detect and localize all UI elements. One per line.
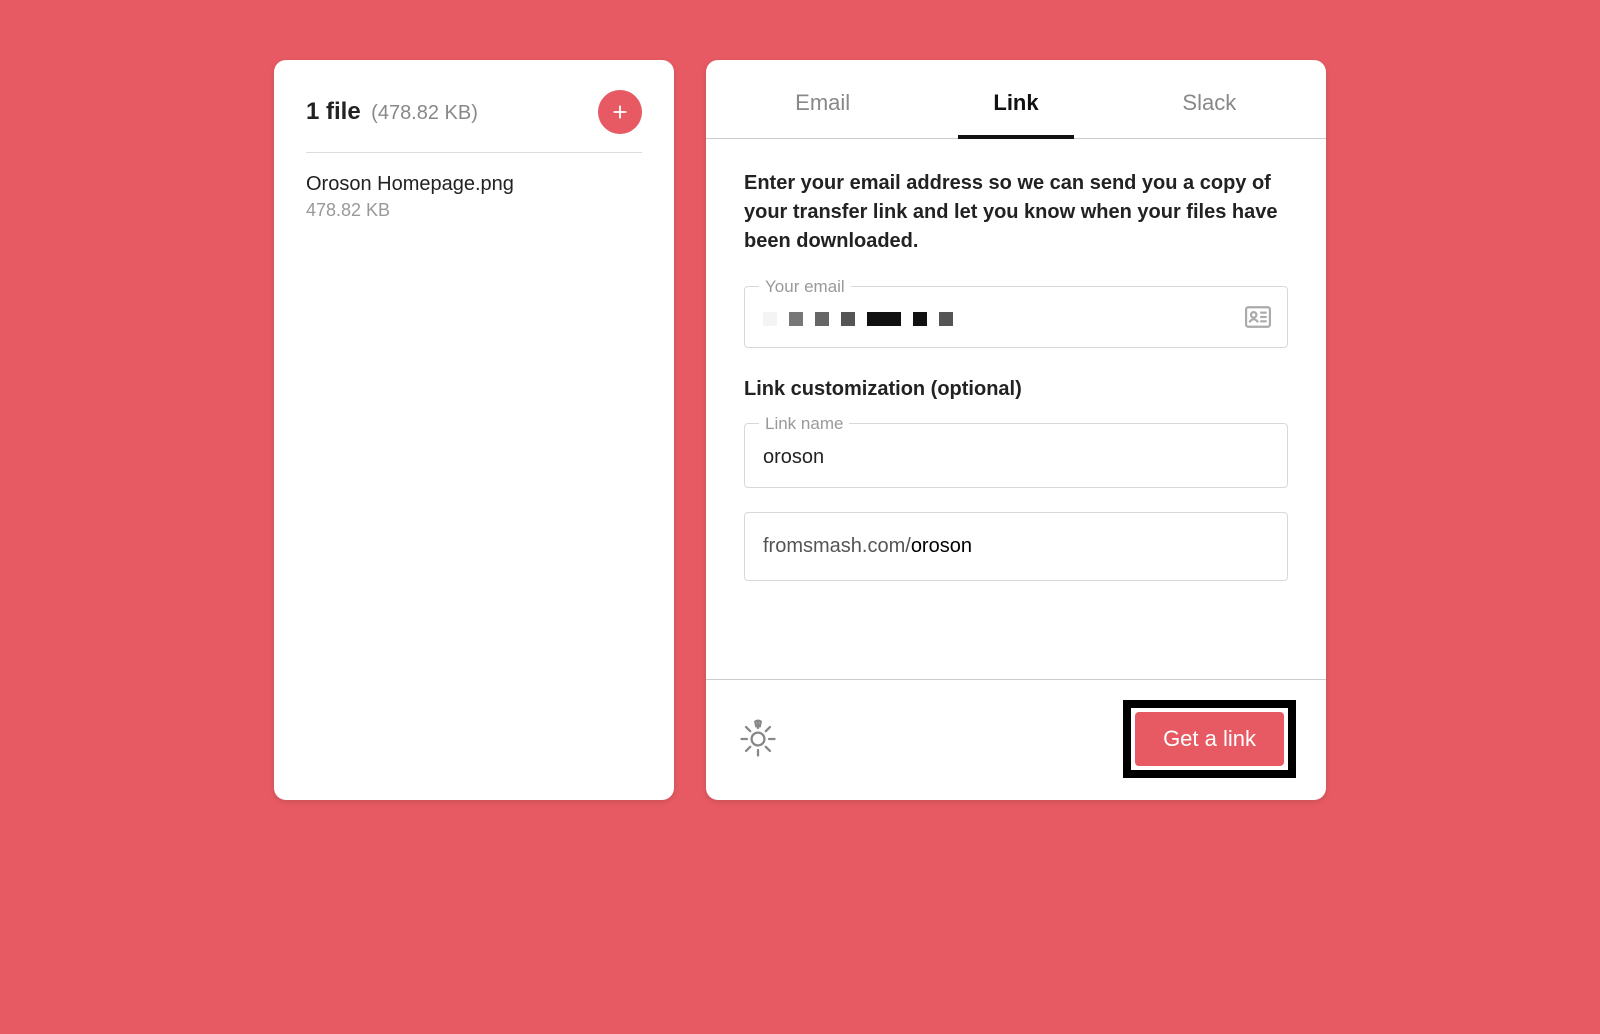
linkname-field-wrap[interactable]: Link name	[744, 423, 1288, 488]
tab-link[interactable]: Link	[919, 60, 1112, 138]
contact-card-icon	[1245, 306, 1271, 328]
url-suffix: oroson	[911, 535, 972, 557]
tabs: Email Link Slack	[706, 60, 1326, 139]
email-label: Your email	[759, 277, 851, 297]
email-field-wrap[interactable]: Your email	[744, 286, 1288, 348]
total-size: (478.82 KB)	[371, 102, 478, 124]
tab-slack[interactable]: Slack	[1113, 60, 1306, 138]
form-body: Enter your email address so we can send …	[706, 139, 1326, 679]
email-redacted-value	[763, 309, 1269, 329]
url-prefix: fromsmash.com/	[763, 535, 911, 557]
link-customization-heading: Link customization (optional)	[744, 378, 1288, 401]
linkname-input[interactable]	[763, 446, 1269, 469]
linkname-label: Link name	[759, 414, 849, 434]
files-panel: 1 file (478.82 KB) Oroson Homepage.png 4…	[274, 60, 674, 800]
gear-icon[interactable]	[736, 717, 780, 761]
transfer-panel: Email Link Slack Enter your email addres…	[706, 60, 1326, 800]
file-count-wrap: 1 file (478.82 KB)	[306, 98, 478, 126]
url-preview[interactable]: fromsmash.com/oroson	[744, 512, 1288, 581]
file-item[interactable]: Oroson Homepage.png 478.82 KB	[306, 173, 642, 221]
file-name: Oroson Homepage.png	[306, 173, 642, 196]
get-link-button[interactable]: Get a link	[1135, 712, 1284, 766]
cta-highlight-frame: Get a link	[1123, 700, 1296, 778]
plus-icon	[609, 101, 631, 123]
file-list: Oroson Homepage.png 478.82 KB	[306, 153, 642, 221]
files-header: 1 file (478.82 KB)	[306, 90, 642, 153]
tab-email[interactable]: Email	[726, 60, 919, 138]
add-file-button[interactable]	[598, 90, 642, 134]
file-count: 1 file	[306, 98, 361, 125]
instructions-text: Enter your email address so we can send …	[744, 169, 1288, 256]
footer: Get a link	[706, 679, 1326, 800]
file-size: 478.82 KB	[306, 200, 642, 221]
